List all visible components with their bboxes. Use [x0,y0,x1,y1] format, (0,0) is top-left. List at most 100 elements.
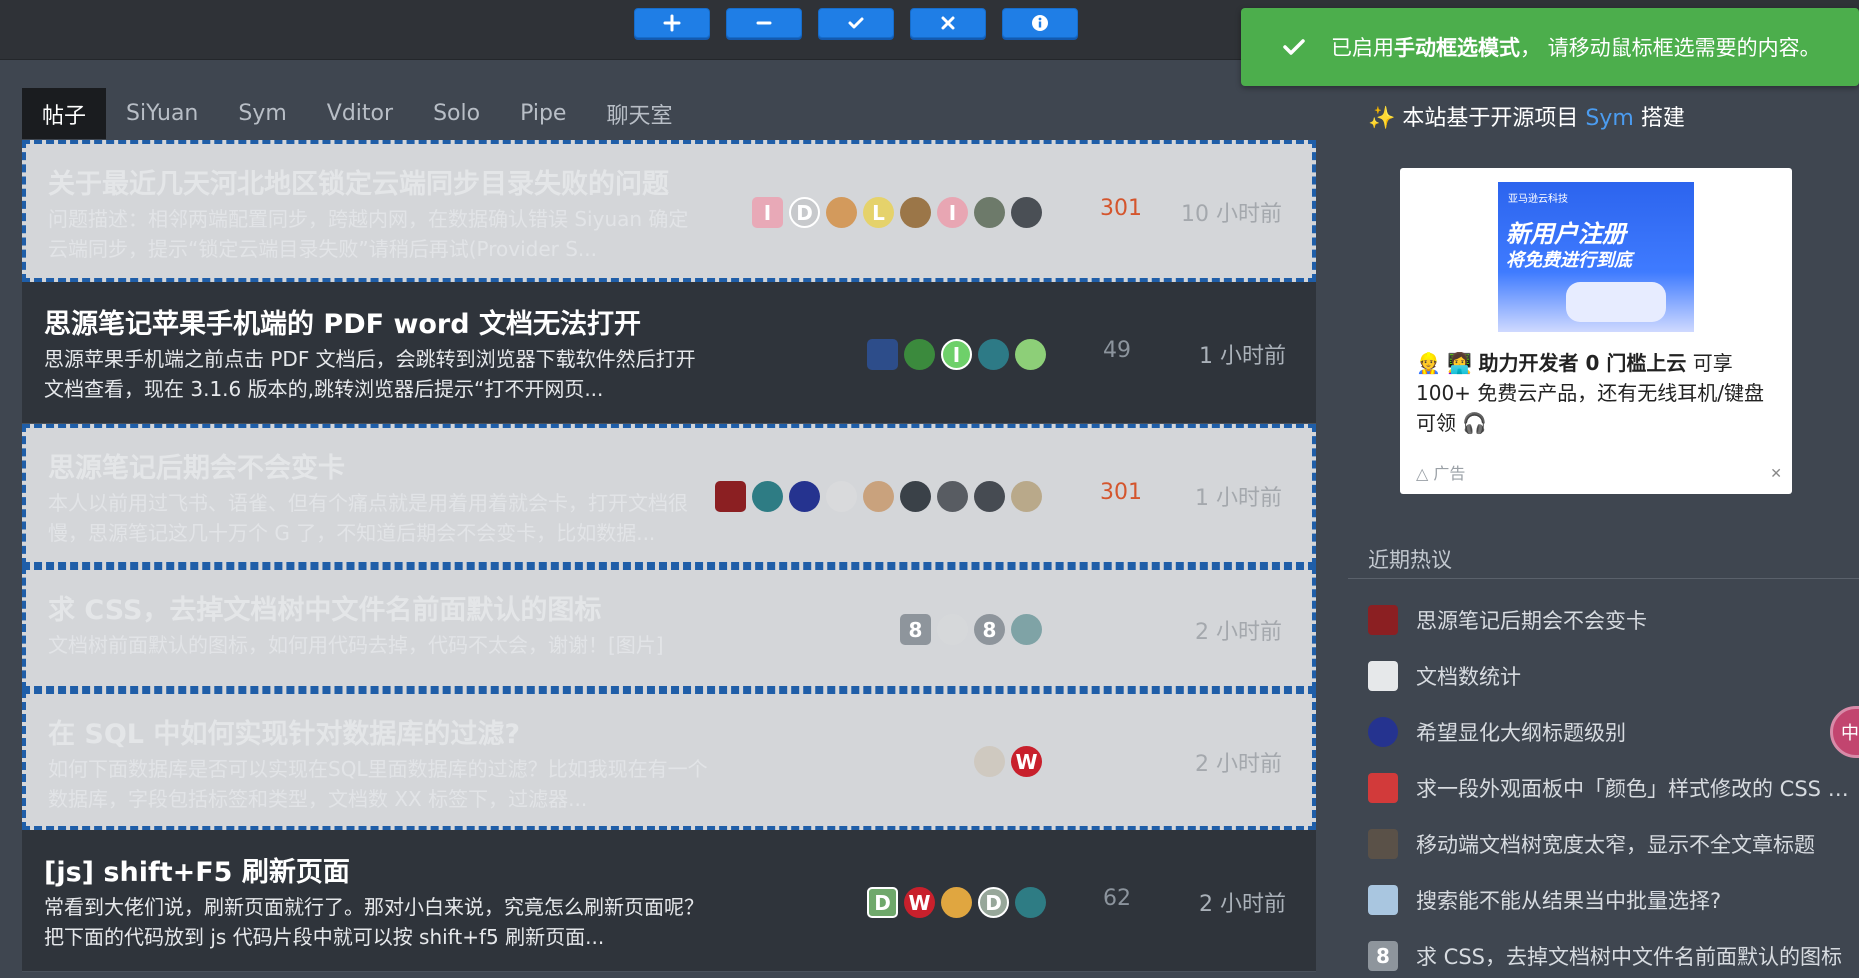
ad-banner[interactable]: 亚马逊云科技 新用户注册 将免费进行到底 [1498,182,1694,332]
avatar[interactable]: D [867,887,898,918]
avatar[interactable] [974,481,1005,512]
post-item[interactable]: [js] shift+F5 刷新页面 常看到大佬们说，刷新页面就行了。那对小白来… [22,830,1316,972]
participant-avatars: I [867,339,1046,370]
post-list: 关于最近几天河北地区锁定云端同步目录失败的问题 问题描述：相邻两端配置同步，跨越… [22,140,1316,972]
avatar[interactable] [900,481,931,512]
tab-vditor[interactable]: Vditor [307,88,413,139]
list-item[interactable]: 希望显化大纲标题级别 [1368,704,1859,760]
list-item[interactable]: 文档数统计 [1368,648,1859,704]
avatar[interactable]: I [752,197,783,228]
post-item[interactable]: 在 SQL 中如何实现针对数据库的过滤? 如何下面数据库是否可以实现在SQL里面… [22,690,1316,830]
post-title[interactable]: [js] shift+F5 刷新页面 [44,850,350,889]
post-excerpt: 本人以前用过飞书、语雀、但有个痛点就是用着用着就会卡，打开文档很慢，思源笔记这几… [48,491,688,545]
check-icon [1283,39,1305,55]
avatar[interactable] [863,481,894,512]
info-button[interactable] [1002,8,1078,38]
tab-solo[interactable]: Solo [413,88,500,139]
reply-count: 49 [1103,338,1131,363]
tab-sym[interactable]: Sym [218,88,306,139]
post-excerpt: 常看到大佬们说，刷新页面就行了。那对小白来说，究竟怎么刷新页面呢？ 把下面的代码… [44,895,704,949]
cancel-button[interactable] [910,8,986,38]
hot-topic-title[interactable]: 思源笔记后期会不会变卡 [1416,605,1647,635]
list-item[interactable]: 8 求 CSS，去掉文档树中文件名前面默认的图标 [1368,928,1859,978]
ad-close-button[interactable]: ✕ [1770,466,1782,482]
avatar[interactable] [974,197,1005,228]
ad-text[interactable]: 👷 👩‍💻 助力开发者 0 门槛上云 可享 100+ 免费云产品，还有无线耳机/… [1416,348,1780,438]
avatar[interactable] [1015,339,1046,370]
post-title[interactable]: 思源笔记后期会不会变卡 [48,446,345,485]
avatar[interactable] [1015,887,1046,918]
avatar[interactable] [904,339,935,370]
hot-topic-title[interactable]: 搜索能不能从结果当中批量选择? [1416,885,1721,915]
list-item[interactable]: 求一段外观面板中「颜色」样式修改的 CSS 代码 [1368,760,1859,816]
avatar[interactable]: D [789,197,820,228]
avatar[interactable] [1011,614,1042,645]
avatar [1368,773,1398,803]
avatar [1368,661,1398,691]
avatar[interactable] [974,746,1005,777]
post-time: 2 小时前 [1195,620,1282,645]
post-title[interactable]: 关于最近几天河北地区锁定云端同步目录失败的问题 [48,162,669,201]
participant-avatars [715,481,1042,512]
built-suffix: 搭建 [1633,106,1685,131]
avatar[interactable] [867,339,898,370]
built-with-notice: ✨ 本站基于开源项目 Sym 搭建 [1368,100,1685,132]
close-icon [941,16,955,30]
avatar[interactable] [752,481,783,512]
confirm-button[interactable] [818,8,894,38]
list-item[interactable]: 搜索能不能从结果当中批量选择? [1368,872,1859,928]
tab-chatroom[interactable]: 聊天室 [586,88,692,139]
list-item[interactable]: 移动端文档树宽度太窄，显示不全文章标题 [1368,816,1859,872]
tab-posts[interactable]: 帖子 [22,88,107,139]
avatar[interactable]: W [1011,746,1042,777]
hot-topic-title[interactable]: 求 CSS，去掉文档树中文件名前面默认的图标 [1416,941,1842,971]
avatar[interactable] [937,481,968,512]
avatar[interactable] [789,481,820,512]
reply-count: 62 [1103,886,1131,911]
sym-link[interactable]: Sym [1585,106,1633,131]
post-title[interactable]: 求 CSS，去掉文档树中文件名前面默认的图标 [48,588,601,627]
avatar[interactable] [1011,481,1042,512]
avatar[interactable] [826,481,857,512]
ad-text-bold: 助力开发者 0 门槛上云 [1478,351,1687,375]
list-item[interactable]: 思源笔记后期会不会变卡 [1368,592,1859,648]
hot-topic-title[interactable]: 希望显化大纲标题级别 [1416,717,1626,747]
post-item[interactable]: 思源笔记后期会不会变卡 本人以前用过飞书、语雀、但有个痛点就是用着用着就会卡，打… [22,424,1316,566]
post-item[interactable]: 思源笔记苹果手机端的 PDF word 文档无法打开 思源苹果手机端之前点击 P… [22,282,1316,424]
avatar[interactable]: 8 [974,614,1005,645]
tab-siyuan[interactable]: SiYuan [106,88,218,139]
avatar[interactable] [941,887,972,918]
avatar: 8 [1368,941,1398,971]
avatar[interactable]: D [978,887,1009,918]
add-button[interactable] [634,8,710,38]
avatar[interactable] [826,197,857,228]
toast-mode: 手动框选模式 [1394,36,1520,60]
avatar [1368,885,1398,915]
avatar[interactable]: L [863,197,894,228]
tab-pipe[interactable]: Pipe [500,88,586,139]
post-title[interactable]: 思源笔记苹果手机端的 PDF word 文档无法打开 [44,302,641,341]
sparkle-icon: ✨ [1368,106,1396,131]
avatar[interactable] [900,197,931,228]
ad-card[interactable]: 亚马逊云科技 新用户注册 将免费进行到底 👷 👩‍💻 助力开发者 0 门槛上云 … [1400,168,1792,494]
post-item[interactable]: 求 CSS，去掉文档树中文件名前面默认的图标 文档树前面默认的图标，如何用代码去… [22,566,1316,690]
avatar[interactable]: 8 [900,614,931,645]
ad-banner-line1: 新用户注册 [1506,220,1626,248]
post-item[interactable]: 关于最近几天河北地区锁定云端同步目录失败的问题 问题描述：相邻两端配置同步，跨越… [22,140,1316,282]
hot-topic-title[interactable]: 求一段外观面板中「颜色」样式修改的 CSS 代码 [1416,773,1859,803]
post-title[interactable]: 在 SQL 中如何实现针对数据库的过滤? [48,712,520,751]
avatar[interactable] [937,614,968,645]
avatar[interactable] [715,481,746,512]
check-icon [848,17,864,29]
participant-avatars: W [974,746,1042,777]
avatar[interactable] [978,339,1009,370]
avatar[interactable]: I [937,197,968,228]
post-excerpt: 如何下面数据库是否可以实现在SQL里面数据库的过滤？比如我现在有一个数据库，字段… [48,757,708,811]
remove-button[interactable] [726,8,802,38]
avatar[interactable] [1011,197,1042,228]
hot-topic-title[interactable]: 移动端文档树宽度太窄，显示不全文章标题 [1416,829,1815,859]
post-excerpt: 思源苹果手机端之前点击 PDF 文档后，会跳转到浏览器下载软件然后打开文档查看，… [44,347,696,401]
hot-topic-title[interactable]: 文档数统计 [1416,661,1521,691]
avatar[interactable]: W [904,887,935,918]
avatar[interactable]: I [941,339,972,370]
